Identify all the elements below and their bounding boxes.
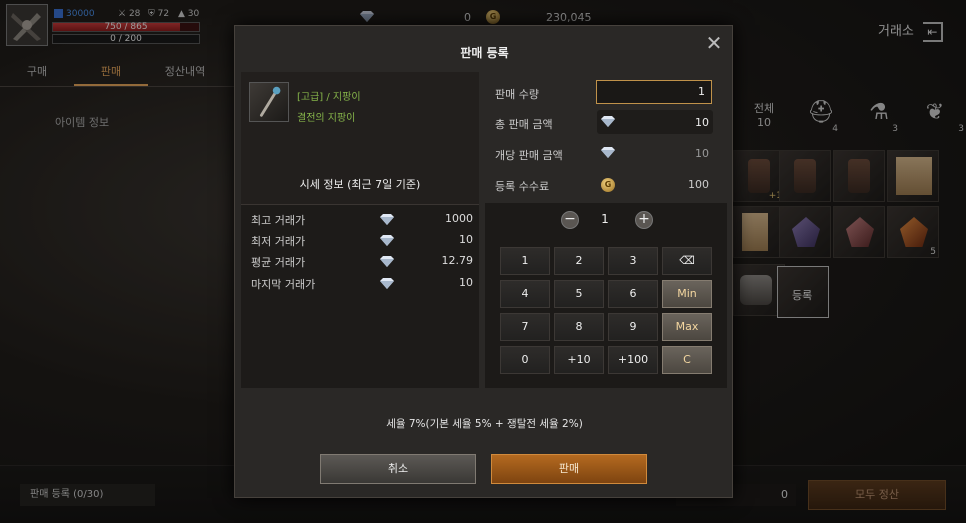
sell-register-dialog: 판매 등록 ✕ [고급] / 지팡이 결전의 지팡이 시세 정보 (최근 7일 … [234,25,733,498]
staff-icon [249,82,289,122]
item-name: 결전의 지팡이 [297,113,356,124]
diamond-icon [380,256,394,267]
dialog-title: 판매 등록 [460,46,509,60]
unit-price-row: 개당 판매 금액 10 [495,147,709,162]
item-grade-type: [고급] / 지팡이 [297,92,361,103]
diamond-icon [601,147,615,158]
quantity-input[interactable]: 1 [596,80,712,104]
diamond-icon [380,235,394,246]
key-8[interactable]: 8 [554,313,604,341]
key-9[interactable]: 9 [608,313,658,341]
item-panel: [고급] / 지팡이 결전의 지팡이 시세 정보 (최근 7일 기준) 최고 거… [241,72,479,388]
key-max[interactable]: Max [662,313,712,341]
key-4[interactable]: 4 [500,280,550,308]
plus-button[interactable]: + [635,211,653,229]
gold-coin-icon: G [601,178,615,192]
price-row-average: 평균 거래가 12.79 [251,254,473,269]
key-5[interactable]: 5 [554,280,604,308]
key-1[interactable]: 1 [500,247,550,275]
key-plus-100[interactable]: +100 [608,346,658,374]
key-7[interactable]: 7 [500,313,550,341]
minus-button[interactable]: − [561,211,579,229]
diamond-icon [601,116,615,127]
key-min[interactable]: Min [662,280,712,308]
market-info-title: 시세 정보 (최근 7일 기준) [299,178,421,191]
stepper-value: 1 [601,212,609,226]
sell-button[interactable]: 판매 [491,454,647,484]
cancel-button[interactable]: 취소 [320,454,476,484]
key-plus-10[interactable]: +10 [554,346,604,374]
diamond-icon [380,278,394,289]
price-row-highest: 최고 거래가 1000 [251,212,473,227]
key-2[interactable]: 2 [554,247,604,275]
price-row-lowest: 최저 거래가 10 [251,233,473,248]
number-keypad: − 1 + 1 2 3 ⌫ 4 5 6 Min 7 8 9 Max 0 +10 … [485,203,727,388]
key-3[interactable]: 3 [608,247,658,275]
registration-fee-row: 등록 수수료 G 100 [495,178,709,193]
backspace-icon[interactable]: ⌫ [662,247,712,275]
key-clear[interactable]: C [662,346,712,374]
quantity-stepper: − 1 + [485,205,727,233]
close-icon[interactable]: ✕ [705,33,723,53]
tax-rate-text: 세율 7%(기본 세율 5% + 쟁탈전 세율 2%) [386,418,583,430]
diamond-icon [380,214,394,225]
key-6[interactable]: 6 [608,280,658,308]
market-price-table: 최고 거래가 1000 최저 거래가 10 평균 거래가 12.79 마지막 거… [241,204,479,388]
total-amount-row: 총 판매 금액 10 [495,116,709,131]
key-0[interactable]: 0 [500,346,550,374]
price-row-last: 마지막 거래가 10 [251,276,473,291]
